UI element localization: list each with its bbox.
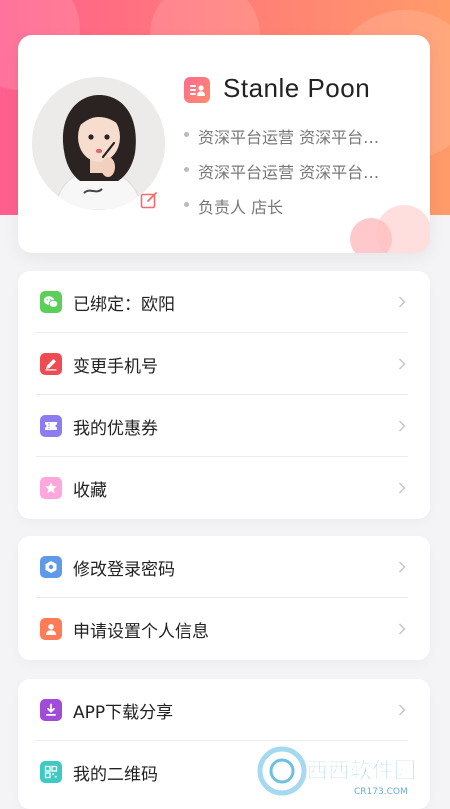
profile-tag-line-1: 资深平台运营 资深平台运营 <box>184 124 399 148</box>
menu-item-wechat-binding[interactable]: 已绑定：欧阳 <box>18 271 430 333</box>
menu-item-change-phone[interactable]: 变更手机号 <box>18 333 430 395</box>
menu-item-label: 变更手机号 <box>73 357 158 377</box>
download-icon <box>40 699 62 721</box>
chevron-right-icon <box>398 358 406 370</box>
watermark-subtext: CR173.COM <box>354 787 408 797</box>
chevron-right-icon <box>398 296 406 308</box>
chevron-right-icon <box>398 482 406 494</box>
menu-item-label: 收藏 <box>73 481 107 501</box>
menu-item-label: 我的二维码 <box>73 765 158 785</box>
id-card-icon <box>184 77 210 103</box>
menu-item-label: APP下载分享 <box>73 703 174 723</box>
menu-item-favorites[interactable]: 收藏 <box>18 457 430 519</box>
watermark-text: 西西软件园 <box>306 758 416 784</box>
wechat-icon <box>40 291 62 313</box>
chevron-right-icon <box>398 704 406 716</box>
bullet-dot <box>184 201 189 207</box>
chevron-right-icon <box>398 420 406 432</box>
decorative-circle <box>350 218 392 253</box>
menu-item-change-password[interactable]: 修改登录密码 <box>18 536 430 598</box>
menu-card-security: 修改登录密码 申请设置个人信息 <box>18 536 430 660</box>
chevron-right-icon <box>398 623 406 635</box>
menu-item-coupons[interactable]: 我的优惠券 <box>18 395 430 457</box>
menu-item-label: 我的优惠券 <box>73 419 158 439</box>
pencil-icon <box>40 353 62 375</box>
profile-tag-text: 资深平台运营 资深平台运营 <box>198 128 393 147</box>
profile-tag-line-3: 负责人 店长 <box>184 194 399 218</box>
profile-card: Stanle Poon 资深平台运营 资深平台运营 资深平台运营 资深平台运营 … <box>18 35 430 253</box>
watermark-logo: 西西软件园 CR173.COM <box>256 740 450 800</box>
menu-item-personal-info[interactable]: 申请设置个人信息 <box>18 598 430 660</box>
profile-name: Stanle Poon <box>223 73 371 103</box>
menu-item-label: 申请设置个人信息 <box>73 622 209 642</box>
star-icon <box>40 477 62 499</box>
chevron-right-icon <box>398 561 406 573</box>
menu-card-account: 已绑定：欧阳 变更手机号 我的优惠券 收藏 <box>18 271 430 519</box>
edit-icon[interactable] <box>139 190 159 210</box>
profile-tag-line-2: 资深平台运营 资深平台运营 <box>184 159 399 183</box>
menu-item-label: 已绑定：欧阳 <box>73 295 175 315</box>
person-icon <box>40 618 62 640</box>
menu-item-label: 修改登录密码 <box>73 560 175 580</box>
qrcode-icon <box>40 761 62 783</box>
bullet-dot <box>184 131 189 137</box>
bullet-dot <box>184 166 189 172</box>
coupon-icon <box>40 415 62 437</box>
shield-icon <box>40 556 62 578</box>
menu-item-app-download[interactable]: APP下载分享 <box>18 679 430 741</box>
profile-tag-text: 资深平台运营 资深平台运营 <box>198 163 393 182</box>
profile-tag-text: 负责人 店长 <box>198 198 284 217</box>
